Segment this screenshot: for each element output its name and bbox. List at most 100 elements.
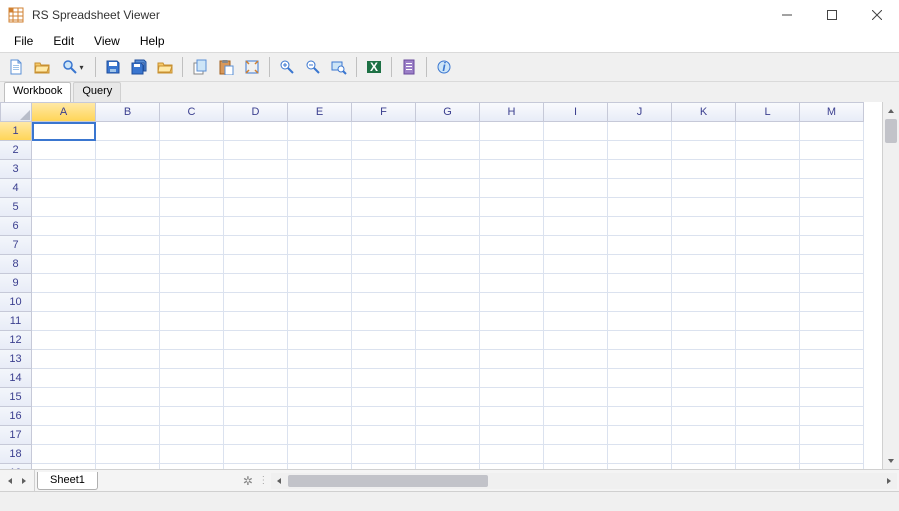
cell[interactable] <box>96 236 160 255</box>
zoom-select-icon[interactable] <box>327 56 351 78</box>
column-header[interactable]: K <box>672 102 736 122</box>
save-all-icon[interactable] <box>127 56 151 78</box>
cell[interactable] <box>288 179 352 198</box>
cell[interactable] <box>800 217 864 236</box>
cell[interactable] <box>352 141 416 160</box>
cell[interactable] <box>608 407 672 426</box>
row-header[interactable]: 6 <box>0 217 32 236</box>
select-all-corner[interactable] <box>0 102 32 122</box>
cell[interactable] <box>672 293 736 312</box>
cell[interactable] <box>160 255 224 274</box>
cell[interactable] <box>224 369 288 388</box>
cell[interactable] <box>160 388 224 407</box>
column-header[interactable]: H <box>480 102 544 122</box>
row-header[interactable]: 4 <box>0 179 32 198</box>
row-header[interactable]: 13 <box>0 350 32 369</box>
cell[interactable] <box>736 255 800 274</box>
cell[interactable] <box>480 141 544 160</box>
cell[interactable] <box>544 179 608 198</box>
cell[interactable] <box>352 312 416 331</box>
cell[interactable] <box>736 141 800 160</box>
cell[interactable] <box>800 179 864 198</box>
cell[interactable] <box>608 160 672 179</box>
cell[interactable] <box>800 426 864 445</box>
cell[interactable] <box>352 388 416 407</box>
column-header[interactable]: I <box>544 102 608 122</box>
cell[interactable] <box>32 407 96 426</box>
row-header[interactable]: 12 <box>0 331 32 350</box>
menu-help[interactable]: Help <box>130 31 175 51</box>
cell[interactable] <box>96 255 160 274</box>
cell[interactable] <box>608 350 672 369</box>
cell[interactable] <box>288 141 352 160</box>
row-header[interactable]: 5 <box>0 198 32 217</box>
cell[interactable] <box>160 160 224 179</box>
cell[interactable] <box>736 198 800 217</box>
cell[interactable] <box>224 255 288 274</box>
cell[interactable] <box>224 274 288 293</box>
cell[interactable] <box>352 445 416 464</box>
cell[interactable] <box>608 426 672 445</box>
cell[interactable] <box>416 445 480 464</box>
cell[interactable] <box>160 293 224 312</box>
row-header[interactable]: 15 <box>0 388 32 407</box>
cell[interactable] <box>544 160 608 179</box>
cell[interactable] <box>288 369 352 388</box>
cell[interactable] <box>672 179 736 198</box>
cell[interactable] <box>224 312 288 331</box>
cell[interactable] <box>416 141 480 160</box>
cell[interactable] <box>288 312 352 331</box>
cell[interactable] <box>288 274 352 293</box>
cell[interactable] <box>32 122 96 141</box>
cell[interactable] <box>288 122 352 141</box>
report-icon[interactable] <box>397 56 421 78</box>
scroll-right-icon[interactable] <box>880 473 897 489</box>
horizontal-scrollbar[interactable] <box>271 473 897 489</box>
cell[interactable] <box>544 141 608 160</box>
cell[interactable] <box>288 236 352 255</box>
cell[interactable] <box>224 198 288 217</box>
cell[interactable] <box>480 274 544 293</box>
cell[interactable] <box>32 445 96 464</box>
cell[interactable] <box>224 445 288 464</box>
cell[interactable] <box>96 445 160 464</box>
cell[interactable] <box>736 293 800 312</box>
cell[interactable] <box>736 122 800 141</box>
cell[interactable] <box>416 122 480 141</box>
cell[interactable] <box>224 407 288 426</box>
open-folder-2-icon[interactable] <box>153 56 177 78</box>
cell[interactable] <box>288 217 352 236</box>
cell[interactable] <box>288 388 352 407</box>
column-header[interactable]: F <box>352 102 416 122</box>
cell[interactable] <box>416 331 480 350</box>
maximize-button[interactable] <box>809 0 854 30</box>
cell[interactable] <box>288 293 352 312</box>
cell[interactable] <box>352 369 416 388</box>
menu-edit[interactable]: Edit <box>43 31 84 51</box>
cell[interactable] <box>96 293 160 312</box>
close-button[interactable] <box>854 0 899 30</box>
cell[interactable] <box>96 388 160 407</box>
cell[interactable] <box>800 141 864 160</box>
cell[interactable] <box>352 274 416 293</box>
cell[interactable] <box>32 179 96 198</box>
cell[interactable] <box>672 407 736 426</box>
column-header[interactable]: J <box>608 102 672 122</box>
cell[interactable] <box>800 198 864 217</box>
cell[interactable] <box>736 217 800 236</box>
cell[interactable] <box>608 198 672 217</box>
cell[interactable] <box>800 160 864 179</box>
cell[interactable] <box>672 141 736 160</box>
cell[interactable] <box>352 217 416 236</box>
column-header[interactable]: B <box>96 102 160 122</box>
cell[interactable] <box>736 312 800 331</box>
column-header[interactable]: A <box>32 102 96 122</box>
cell[interactable] <box>608 331 672 350</box>
scroll-up-icon[interactable] <box>883 102 899 119</box>
cell[interactable] <box>352 198 416 217</box>
add-sheet-icon[interactable]: ✲ <box>238 474 258 488</box>
cell[interactable] <box>160 122 224 141</box>
cell[interactable] <box>96 198 160 217</box>
cell[interactable] <box>672 217 736 236</box>
cell[interactable] <box>288 331 352 350</box>
